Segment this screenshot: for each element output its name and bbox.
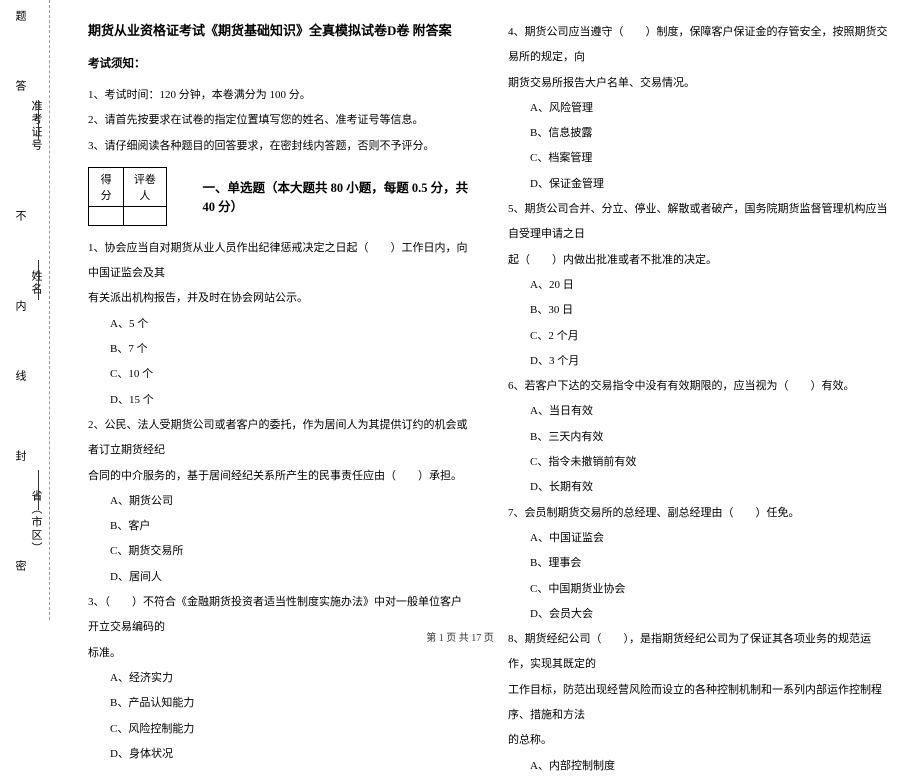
q5-stem-1: 5、期货公司合并、分立、停业、解散或者破产，国务院期货监督管理机构应当自受理申请… xyxy=(508,197,892,248)
q7-opt-a: A、中国证监会 xyxy=(508,526,892,551)
q4-opt-b: B、信息披露 xyxy=(508,121,892,146)
q4-opt-a: A、风险管理 xyxy=(508,96,892,121)
mark-xian: 线 xyxy=(12,370,28,387)
mark-nei: 内 xyxy=(12,300,28,317)
q3-stem-2: 标准。 xyxy=(88,641,472,666)
q2-opt-a: A、期货公司 xyxy=(88,489,472,514)
binding-sidebar: 题 准考证号 答 不 姓名 内 线 封 省（市区） 密 xyxy=(0,0,50,620)
mark-ti: 题 xyxy=(12,10,28,27)
score-blank-2 xyxy=(124,206,166,225)
q3-opt-a: A、经济实力 xyxy=(88,666,472,691)
line-name xyxy=(38,260,39,300)
q7-opt-d: D、会员大会 xyxy=(508,602,892,627)
q5-opt-d: D、3 个月 xyxy=(508,349,892,374)
score-blank-1 xyxy=(89,206,124,225)
mark-feng: 封 xyxy=(12,450,28,467)
q7-opt-c: C、中国期货业协会 xyxy=(508,577,892,602)
q5-stem-2: 起（ ）内做出批准或者不批准的决定。 xyxy=(508,248,892,273)
q4-stem-2: 期货交易所报告大户名单、交易情况。 xyxy=(508,71,892,96)
q3-opt-d: D、身体状况 xyxy=(88,742,472,767)
q4-opt-c: C、档案管理 xyxy=(508,146,892,171)
q1-opt-b: B、7 个 xyxy=(88,337,472,362)
section-1-header: 一、单选题（本大题共 80 小题，每题 0.5 分，共 40 分） xyxy=(203,177,472,215)
mark-bu: 不 xyxy=(12,210,28,227)
line-ticket xyxy=(38,100,39,140)
q8-stem-2: 工作目标，防范出现经营风险而设立的各种控制机制和一系列内部运作控制程序、措施和方… xyxy=(508,678,892,729)
q8-stem-3: 的总称。 xyxy=(508,728,892,753)
q1-stem-2: 有关派出机构报告，并及时在协会网站公示。 xyxy=(88,286,472,311)
notice-3: 3、请仔细阅读各种题目的回答要求，在密封线内答题，否则不予评分。 xyxy=(88,134,472,159)
notice-1: 1、考试时间：120 分钟，本卷满分为 100 分。 xyxy=(88,83,472,108)
label-zone: 省（市区） xyxy=(28,490,44,555)
q4-stem-1: 4、期货公司应当遵守（ ）制度，保障客户保证金的存管安全，按照期货交易所的规定，… xyxy=(508,20,892,71)
notice-header: 考试须知： xyxy=(88,55,472,71)
q7-opt-b: B、理事会 xyxy=(508,551,892,576)
q2-stem-2: 合同的中介服务的，基于居间经纪关系所产生的民事责任应由（ ）承担。 xyxy=(88,464,472,489)
label-ticket: 准考证号 xyxy=(28,100,44,152)
q5-opt-b: B、30 日 xyxy=(508,298,892,323)
q1-opt-a: A、5 个 xyxy=(88,312,472,337)
page-footer: 第 1 页 共 17 页 xyxy=(0,629,920,644)
q6-opt-d: D、长期有效 xyxy=(508,475,892,500)
notice-2: 2、请首先按要求在试卷的指定位置填写您的姓名、准考证号等信息。 xyxy=(88,108,472,133)
left-column: 期货从业资格证考试《期货基础知识》全真模拟试卷D卷 附答案 考试须知： 1、考试… xyxy=(70,20,490,650)
score-table: 得分 评卷人 xyxy=(88,167,167,226)
q1-opt-d: D、15 个 xyxy=(88,388,472,413)
label-name: 姓名 xyxy=(28,270,44,296)
mark-da: 答 xyxy=(12,80,28,97)
q7-stem: 7、会员制期货交易所的总经理、副总经理由（ ）任免。 xyxy=(508,501,892,526)
score-col-2: 评卷人 xyxy=(124,167,166,206)
q6-opt-b: B、三天内有效 xyxy=(508,425,892,450)
exam-title: 期货从业资格证考试《期货基础知识》全真模拟试卷D卷 附答案 xyxy=(88,20,472,39)
q1-stem-1: 1、协会应当自对期货从业人员作出纪律惩戒决定之日起（ ）工作日内，向中国证监会及… xyxy=(88,236,472,287)
score-col-1: 得分 xyxy=(89,167,124,206)
q2-stem-1: 2、公民、法人受期货公司或者客户的委托，作为居间人为其提供订约的机会或者订立期货… xyxy=(88,413,472,464)
q5-opt-c: C、2 个月 xyxy=(508,324,892,349)
content-area: 期货从业资格证考试《期货基础知识》全真模拟试卷D卷 附答案 考试须知： 1、考试… xyxy=(50,0,920,650)
q6-opt-c: C、指令未撤销前有效 xyxy=(508,450,892,475)
q1-opt-c: C、10 个 xyxy=(88,362,472,387)
mark-mi: 密 xyxy=(12,560,28,577)
q5-opt-a: A、20 日 xyxy=(508,273,892,298)
q6-opt-a: A、当日有效 xyxy=(508,399,892,424)
q6-stem: 6、若客户下达的交易指令中没有有效期限的，应当视为（ ）有效。 xyxy=(508,374,892,399)
score-section: 得分 评卷人 一、单选题（本大题共 80 小题，每题 0.5 分，共 40 分） xyxy=(88,167,472,226)
q2-opt-d: D、居间人 xyxy=(88,565,472,590)
q3-opt-b: B、产品认知能力 xyxy=(88,691,472,716)
q8-opt-a: A、内部控制制度 xyxy=(508,754,892,779)
line-zone xyxy=(38,470,39,510)
q2-opt-b: B、客户 xyxy=(88,514,472,539)
q3-opt-c: C、风险控制能力 xyxy=(88,717,472,742)
q2-opt-c: C、期货交易所 xyxy=(88,539,472,564)
q4-opt-d: D、保证金管理 xyxy=(508,172,892,197)
right-column: 4、期货公司应当遵守（ ）制度，保障客户保证金的存管安全，按照期货交易所的规定，… xyxy=(490,20,910,650)
